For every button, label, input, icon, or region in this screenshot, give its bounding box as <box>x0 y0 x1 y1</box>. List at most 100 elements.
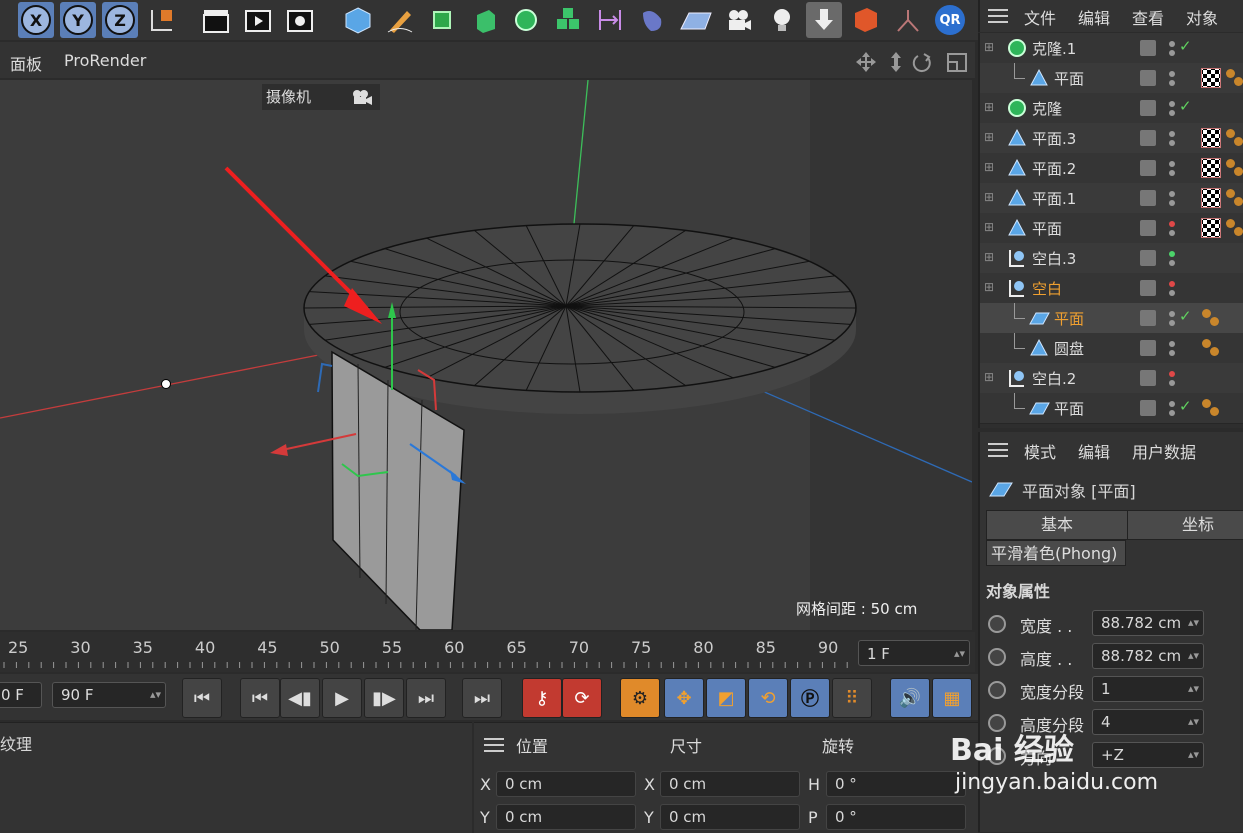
expand-toggle-icon[interactable]: ⊞ <box>984 160 994 174</box>
position-key-button[interactable]: ✥ <box>664 678 704 718</box>
animate-radio-icon[interactable] <box>988 648 1006 666</box>
editor-visibility-dot[interactable] <box>1169 341 1175 347</box>
object-row[interactable]: ⊞ 空白 <box>980 273 1243 304</box>
layer-toggle-icon[interactable] <box>1140 190 1156 206</box>
editor-visibility-dot[interactable] <box>1169 101 1175 107</box>
object-row[interactable]: ⊞ 克隆 ✓ <box>980 93 1243 124</box>
attribute-value-field[interactable]: 1 ▴▾ <box>1092 676 1204 702</box>
object-row[interactable]: ⊞ 平面.3 <box>980 123 1243 154</box>
go-to-end-button[interactable]: ⏭ <box>462 678 502 718</box>
texture-tag-icon[interactable] <box>1201 188 1221 208</box>
stepper-arrows-icon[interactable]: ▴▾ <box>1188 644 1199 668</box>
object-name[interactable]: 平面 <box>1032 218 1062 239</box>
rot-p-field[interactable]: 0 ° <box>826 804 966 830</box>
hamburger-icon[interactable] <box>988 8 1008 24</box>
viewport-nav-icons[interactable] <box>854 50 970 74</box>
editor-visibility-dot[interactable] <box>1169 41 1175 47</box>
rot-h-field[interactable]: 0 ° <box>826 771 966 797</box>
material-tag-icon[interactable] <box>1202 309 1211 318</box>
record-key-button[interactable]: ⚷ <box>522 678 562 718</box>
object-name[interactable]: 圆盘 <box>1054 338 1084 359</box>
coordinate-system-button[interactable] <box>144 2 180 38</box>
object-name[interactable]: 平面.3 <box>1032 128 1076 149</box>
import-button[interactable] <box>806 2 842 38</box>
next-keyframe-button[interactable]: ⏭ <box>406 678 446 718</box>
render-visibility-dot[interactable] <box>1169 410 1175 416</box>
cube-button[interactable] <box>340 2 376 38</box>
material-tag-icon[interactable] <box>1210 347 1219 356</box>
parameter-key-button[interactable]: Ⓟ <box>790 678 830 718</box>
play-button[interactable]: ▶ <box>322 678 362 718</box>
material-tag-icon[interactable] <box>1234 197 1243 206</box>
stepper-arrows-icon[interactable]: ▴▾ <box>1188 677 1199 701</box>
film-button[interactable]: ▦ <box>932 678 972 718</box>
editor-visibility-dot[interactable] <box>1169 191 1175 197</box>
figure-button[interactable] <box>890 2 926 38</box>
prev-frame-button[interactable]: ◀▮ <box>280 678 320 718</box>
rotation-key-button[interactable]: ⟲ <box>748 678 788 718</box>
object-name[interactable]: 空白.2 <box>1032 368 1076 389</box>
render-visibility-dot[interactable] <box>1169 140 1175 146</box>
material-tag-icon[interactable] <box>1226 69 1235 78</box>
next-frame-button[interactable]: ▮▶ <box>364 678 404 718</box>
menu-mode[interactable]: 模式 <box>1024 439 1056 463</box>
layer-toggle-icon[interactable] <box>1140 70 1156 86</box>
attribute-value-field[interactable]: +Z ▴▾ <box>1092 742 1204 768</box>
material-tag-icon[interactable] <box>1226 219 1235 228</box>
editor-visibility-dot[interactable] <box>1169 161 1175 167</box>
material-tag-icon[interactable] <box>1234 77 1243 86</box>
stepper-arrows-icon[interactable]: ▴▾ <box>1188 710 1199 734</box>
layer-toggle-icon[interactable] <box>1140 280 1156 296</box>
hamburger-icon[interactable] <box>988 442 1008 458</box>
material-tag-icon[interactable] <box>1234 167 1243 176</box>
x-axis-lock-button[interactable]: X <box>18 2 54 38</box>
expand-toggle-icon[interactable]: ⊞ <box>984 370 994 384</box>
render-view-button[interactable] <box>198 2 234 38</box>
enabled-check-icon[interactable]: ✓ <box>1179 397 1192 415</box>
animate-radio-icon[interactable] <box>988 615 1006 633</box>
cloner-button[interactable] <box>508 2 544 38</box>
object-name[interactable]: 克隆 <box>1032 98 1062 119</box>
point-level-key-button[interactable]: ⠿ <box>832 678 872 718</box>
tab-coords[interactable]: 坐标 <box>1127 510 1243 540</box>
object-row[interactable]: ⊞ 平面.2 <box>980 153 1243 184</box>
texture-tag-icon[interactable] <box>1201 128 1221 148</box>
export-button[interactable] <box>848 2 884 38</box>
menu-view[interactable]: 查看 <box>1132 5 1164 29</box>
layer-toggle-icon[interactable] <box>1140 220 1156 236</box>
render-picture-viewer-button[interactable] <box>240 2 276 38</box>
3d-viewport[interactable] <box>0 80 972 630</box>
auto-key-button[interactable]: ⟳ <box>562 678 602 718</box>
qr-button[interactable]: QR <box>932 2 968 38</box>
layer-toggle-icon[interactable] <box>1140 250 1156 266</box>
object-row[interactable]: ⊞ 平面 <box>980 213 1243 244</box>
stepper-arrows-icon[interactable]: ▴▾ <box>954 641 965 667</box>
expand-toggle-icon[interactable]: ⊞ <box>984 190 994 204</box>
menu-panel[interactable]: 面板 <box>10 51 42 75</box>
object-name[interactable]: 空白 <box>1032 278 1062 299</box>
stepper-arrows-icon[interactable]: ▴▾ <box>1188 611 1199 635</box>
material-tag-icon[interactable] <box>1234 227 1243 236</box>
layer-toggle-icon[interactable] <box>1140 40 1156 56</box>
attribute-value-field[interactable]: 88.782 cm ▴▾ <box>1092 610 1204 636</box>
object-row[interactable]: 平面 ✓ <box>980 393 1243 424</box>
keyframe-selection-button[interactable]: ⚙ <box>620 678 660 718</box>
start-frame-field[interactable]: 0 F <box>0 682 42 708</box>
attribute-value-field[interactable]: 4 ▴▾ <box>1092 709 1204 735</box>
subdivision-button[interactable] <box>424 2 460 38</box>
layer-toggle-icon[interactable] <box>1140 310 1156 326</box>
menu-edit[interactable]: 编辑 <box>1078 439 1110 463</box>
pos-y-field[interactable]: 0 cm <box>496 804 636 830</box>
render-visibility-dot[interactable] <box>1169 170 1175 176</box>
render-visibility-dot[interactable] <box>1169 350 1175 356</box>
material-tag-icon[interactable] <box>1210 407 1219 416</box>
material-tag-icon[interactable] <box>1210 317 1219 326</box>
material-tag-icon[interactable] <box>1226 189 1235 198</box>
menu-object[interactable]: 对象 <box>1186 5 1218 29</box>
editor-visibility-dot[interactable] <box>1169 131 1175 137</box>
scale-key-button[interactable]: ◩ <box>706 678 746 718</box>
enabled-check-icon[interactable]: ✓ <box>1179 37 1192 55</box>
expand-toggle-icon[interactable]: ⊞ <box>984 280 994 294</box>
object-name[interactable]: 平面.2 <box>1032 158 1076 179</box>
layer-toggle-icon[interactable] <box>1140 160 1156 176</box>
